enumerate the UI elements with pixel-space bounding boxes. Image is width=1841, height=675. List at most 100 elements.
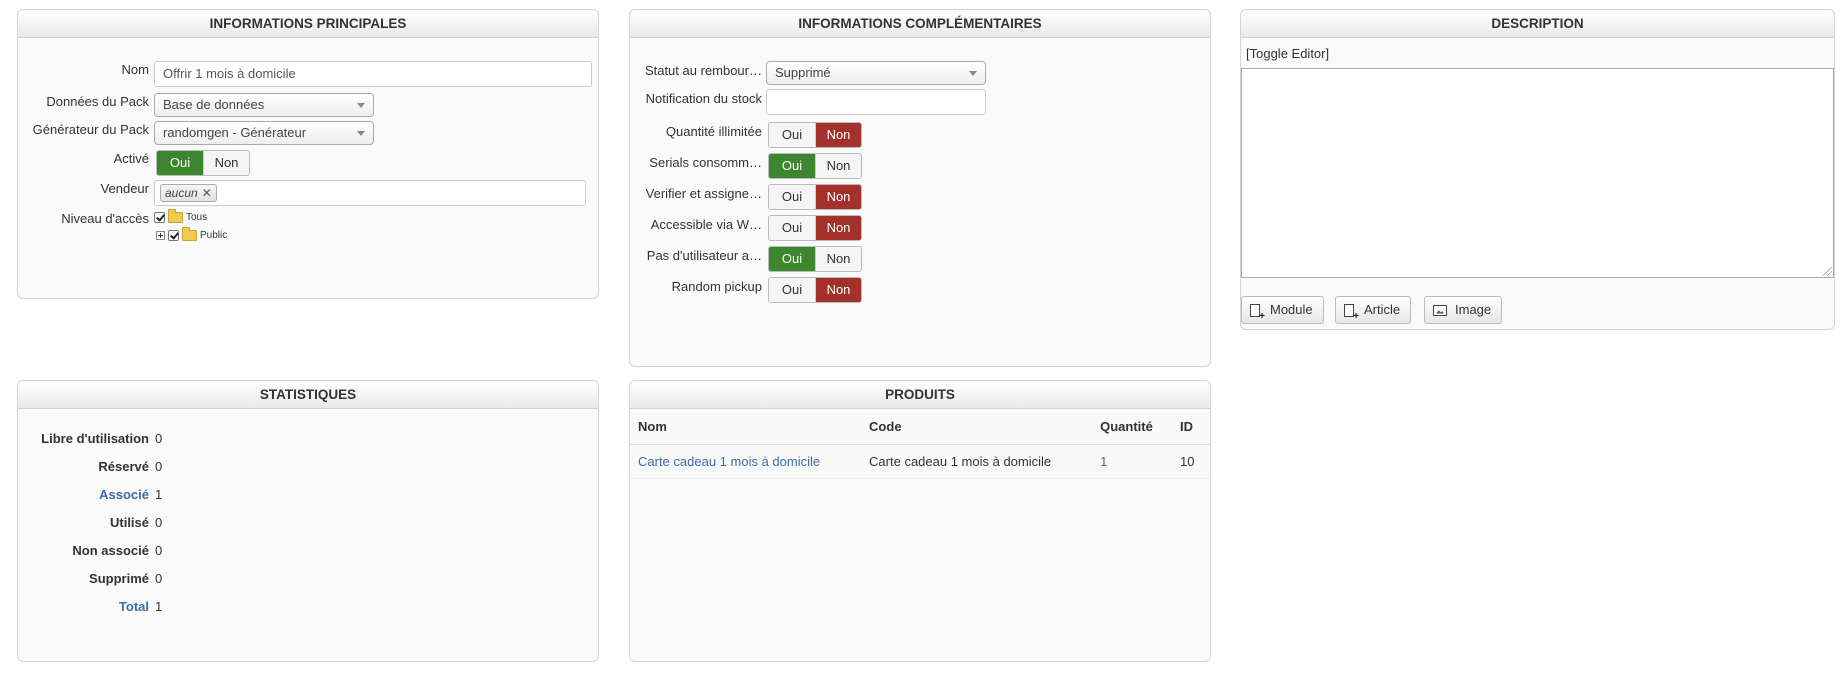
generateur-pack-select[interactable]: randomgen - Générateur (154, 121, 374, 145)
donnees-pack-select[interactable]: Base de données (154, 93, 374, 117)
yes-no-toggle: Oui Non (768, 122, 862, 148)
active-no-button[interactable]: Non (203, 151, 249, 175)
panel-main-info: INFORMATIONS PRINCIPALES Nom Offrir 1 mo… (17, 9, 599, 299)
chevron-down-icon (969, 71, 977, 76)
panel-description: DESCRIPTION [Toggle Editor] Module Artic… (1240, 9, 1835, 330)
toggle-no-button[interactable]: Non (815, 278, 861, 302)
panel-description-title: DESCRIPTION (1241, 10, 1834, 38)
tree-item-tous: Tous (154, 208, 208, 225)
statut-rembour-value: Supprimé (775, 65, 831, 80)
toggle-yes-button[interactable]: Oui (769, 216, 815, 240)
column-header-quantite[interactable]: Quantité (1092, 409, 1173, 445)
generateur-pack-value: randomgen - Générateur (163, 125, 307, 140)
toggle-label: Quantité illimitée (665, 124, 762, 139)
generateur-pack-label: Générateur du Pack (32, 122, 149, 137)
toggle-no-button[interactable]: Non (815, 154, 861, 178)
tree-tous-label: Tous (186, 211, 208, 223)
folder-icon (168, 208, 183, 223)
stat-label: Non associé (72, 543, 149, 558)
yes-no-toggle: Oui Non (768, 277, 862, 303)
toggle-yes-button[interactable]: Oui (769, 154, 815, 178)
tree-public-label: Public (200, 229, 228, 241)
product-quantity: 1 (1092, 444, 1173, 479)
toggle-no-button[interactable]: Non (815, 216, 861, 240)
products-table: Nom Code Quantité ID Carte cadeau 1 mois… (630, 409, 1210, 479)
nom-input[interactable]: Offrir 1 mois à domicile (154, 61, 592, 87)
insert-image-button[interactable]: Image (1424, 296, 1503, 324)
description-editor-textarea[interactable] (1241, 68, 1834, 278)
product-id: 10 (1172, 444, 1210, 479)
stat-value: 0 (155, 571, 163, 586)
expand-icon[interactable] (156, 230, 165, 240)
vendeur-input[interactable]: aucun ✕ (154, 180, 586, 206)
panel-main-info-title: INFORMATIONS PRINCIPALES (18, 10, 598, 38)
column-header-nom[interactable]: Nom (630, 409, 862, 445)
toggle-yes-button[interactable]: Oui (769, 278, 815, 302)
insert-image-label: Image (1455, 302, 1492, 317)
product-name-link[interactable]: Carte cadeau 1 mois à domicile (630, 444, 862, 479)
yes-no-toggle: Oui Non (768, 215, 862, 241)
insert-module-label: Module (1270, 302, 1313, 317)
yes-no-toggle: Oui Non (768, 184, 862, 210)
insert-article-button[interactable]: Article (1335, 296, 1412, 324)
add-document-icon (1344, 303, 1359, 322)
checkbox-public[interactable] (168, 229, 179, 241)
nom-label: Nom (121, 62, 149, 77)
column-header-id[interactable]: ID (1172, 409, 1210, 445)
active-toggle: Oui Non (156, 150, 250, 176)
toggle-no-button[interactable]: Non (815, 185, 861, 209)
toggle-label: Pas d'utilisateur a… (646, 248, 762, 263)
toggle-label: Serials consomm… (649, 155, 762, 170)
stat-label: Libre d'utilisation (41, 431, 149, 446)
stat-label: Réservé (98, 459, 149, 474)
toggle-no-button[interactable]: Non (815, 123, 861, 147)
active-yes-button[interactable]: Oui (157, 151, 203, 175)
products-table-header: Nom Code Quantité ID (630, 409, 1210, 445)
stat-label: Supprimé (89, 571, 149, 586)
toggle-yes-button[interactable]: Oui (769, 185, 815, 209)
image-icon (1433, 304, 1447, 316)
insert-article-label: Article (1364, 302, 1401, 317)
close-icon[interactable]: ✕ (202, 186, 212, 200)
donnees-pack-value: Base de données (163, 97, 265, 112)
stat-label[interactable]: Associé (18, 487, 149, 502)
stat-value: 1 (155, 599, 163, 614)
panel-products: PRODUITS Nom Code Quantité ID Carte cade… (629, 380, 1211, 662)
access-tree: Tous Public (154, 208, 354, 249)
toggle-no-button[interactable]: Non (815, 247, 861, 271)
panel-complementary-info: INFORMATIONS COMPLÉMENTAIRES Statut au r… (629, 9, 1211, 367)
stat-label[interactable]: Total (18, 599, 149, 614)
chevron-down-icon (357, 131, 365, 136)
donnees-pack-label: Données du Pack (46, 94, 149, 109)
tree-item-public: Public (156, 226, 228, 243)
stat-value: 0 (155, 543, 163, 558)
toggle-editor-link[interactable]: [Toggle Editor] (1246, 46, 1329, 61)
add-document-icon (1250, 303, 1265, 322)
statut-rembour-select[interactable]: Supprimé (766, 61, 986, 85)
stat-value: 0 (155, 459, 163, 474)
toggle-label: Accessible via W… (650, 217, 762, 232)
insert-module-button[interactable]: Module (1241, 296, 1324, 324)
toggle-label: Verifier et assigne… (645, 186, 762, 201)
vendeur-tag: aucun ✕ (160, 184, 217, 202)
panel-products-title: PRODUITS (630, 381, 1210, 409)
product-code: Carte cadeau 1 mois à domicile (861, 444, 1093, 479)
panel-statistics: STATISTIQUES Libre d'utilisation 0 Réservé… (17, 380, 599, 662)
toggle-yes-button[interactable]: Oui (769, 247, 815, 271)
notification-stock-input[interactable] (766, 89, 986, 115)
yes-no-toggle: Oui Non (768, 246, 862, 272)
chevron-down-icon (357, 103, 365, 108)
stat-label: Utilisé (109, 515, 149, 530)
column-header-code[interactable]: Code (861, 409, 1093, 445)
table-row: Carte cadeau 1 mois à domicile Carte cad… (630, 444, 1210, 479)
statut-rembour-label: Statut au rembour… (644, 63, 762, 78)
toggle-yes-button[interactable]: Oui (769, 123, 815, 147)
yes-no-toggle: Oui Non (768, 153, 862, 179)
resize-handle-icon[interactable] (1823, 267, 1832, 276)
toggle-label: Random pickup (671, 279, 762, 294)
stat-value: 0 (155, 515, 163, 530)
folder-icon (182, 226, 197, 241)
checkbox-tous[interactable] (154, 211, 165, 223)
stat-value: 1 (155, 487, 163, 502)
vendeur-tag-label: aucun (165, 186, 198, 200)
